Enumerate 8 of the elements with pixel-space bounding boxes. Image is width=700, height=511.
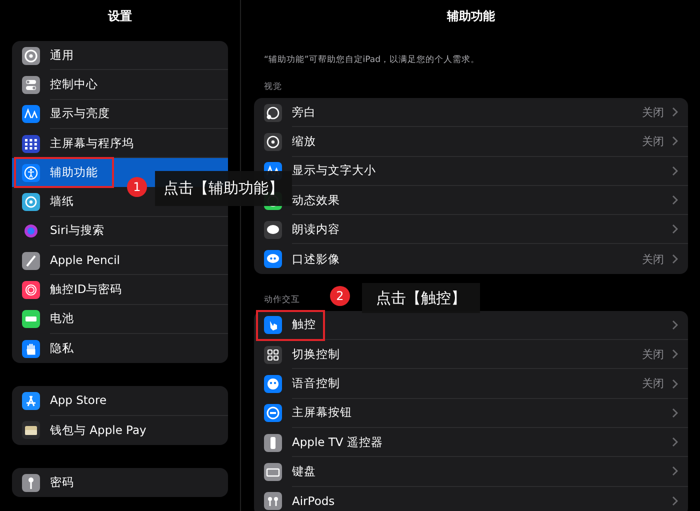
section-header: 视觉 — [264, 81, 282, 93]
instruction-tooltip: 点击【辅助功能】 — [155, 171, 292, 206]
description: “辅助功能”可帮助您自定iPad，以满足您的个人需求。 — [264, 54, 481, 66]
step-number: 2 — [330, 286, 350, 306]
sidebar-title: 设置 — [108, 8, 132, 24]
page-title: 辅助功能 — [447, 8, 495, 24]
instruction-tooltip: 点击【触控】 — [362, 283, 480, 313]
section-header: 动作交互 — [264, 294, 300, 306]
